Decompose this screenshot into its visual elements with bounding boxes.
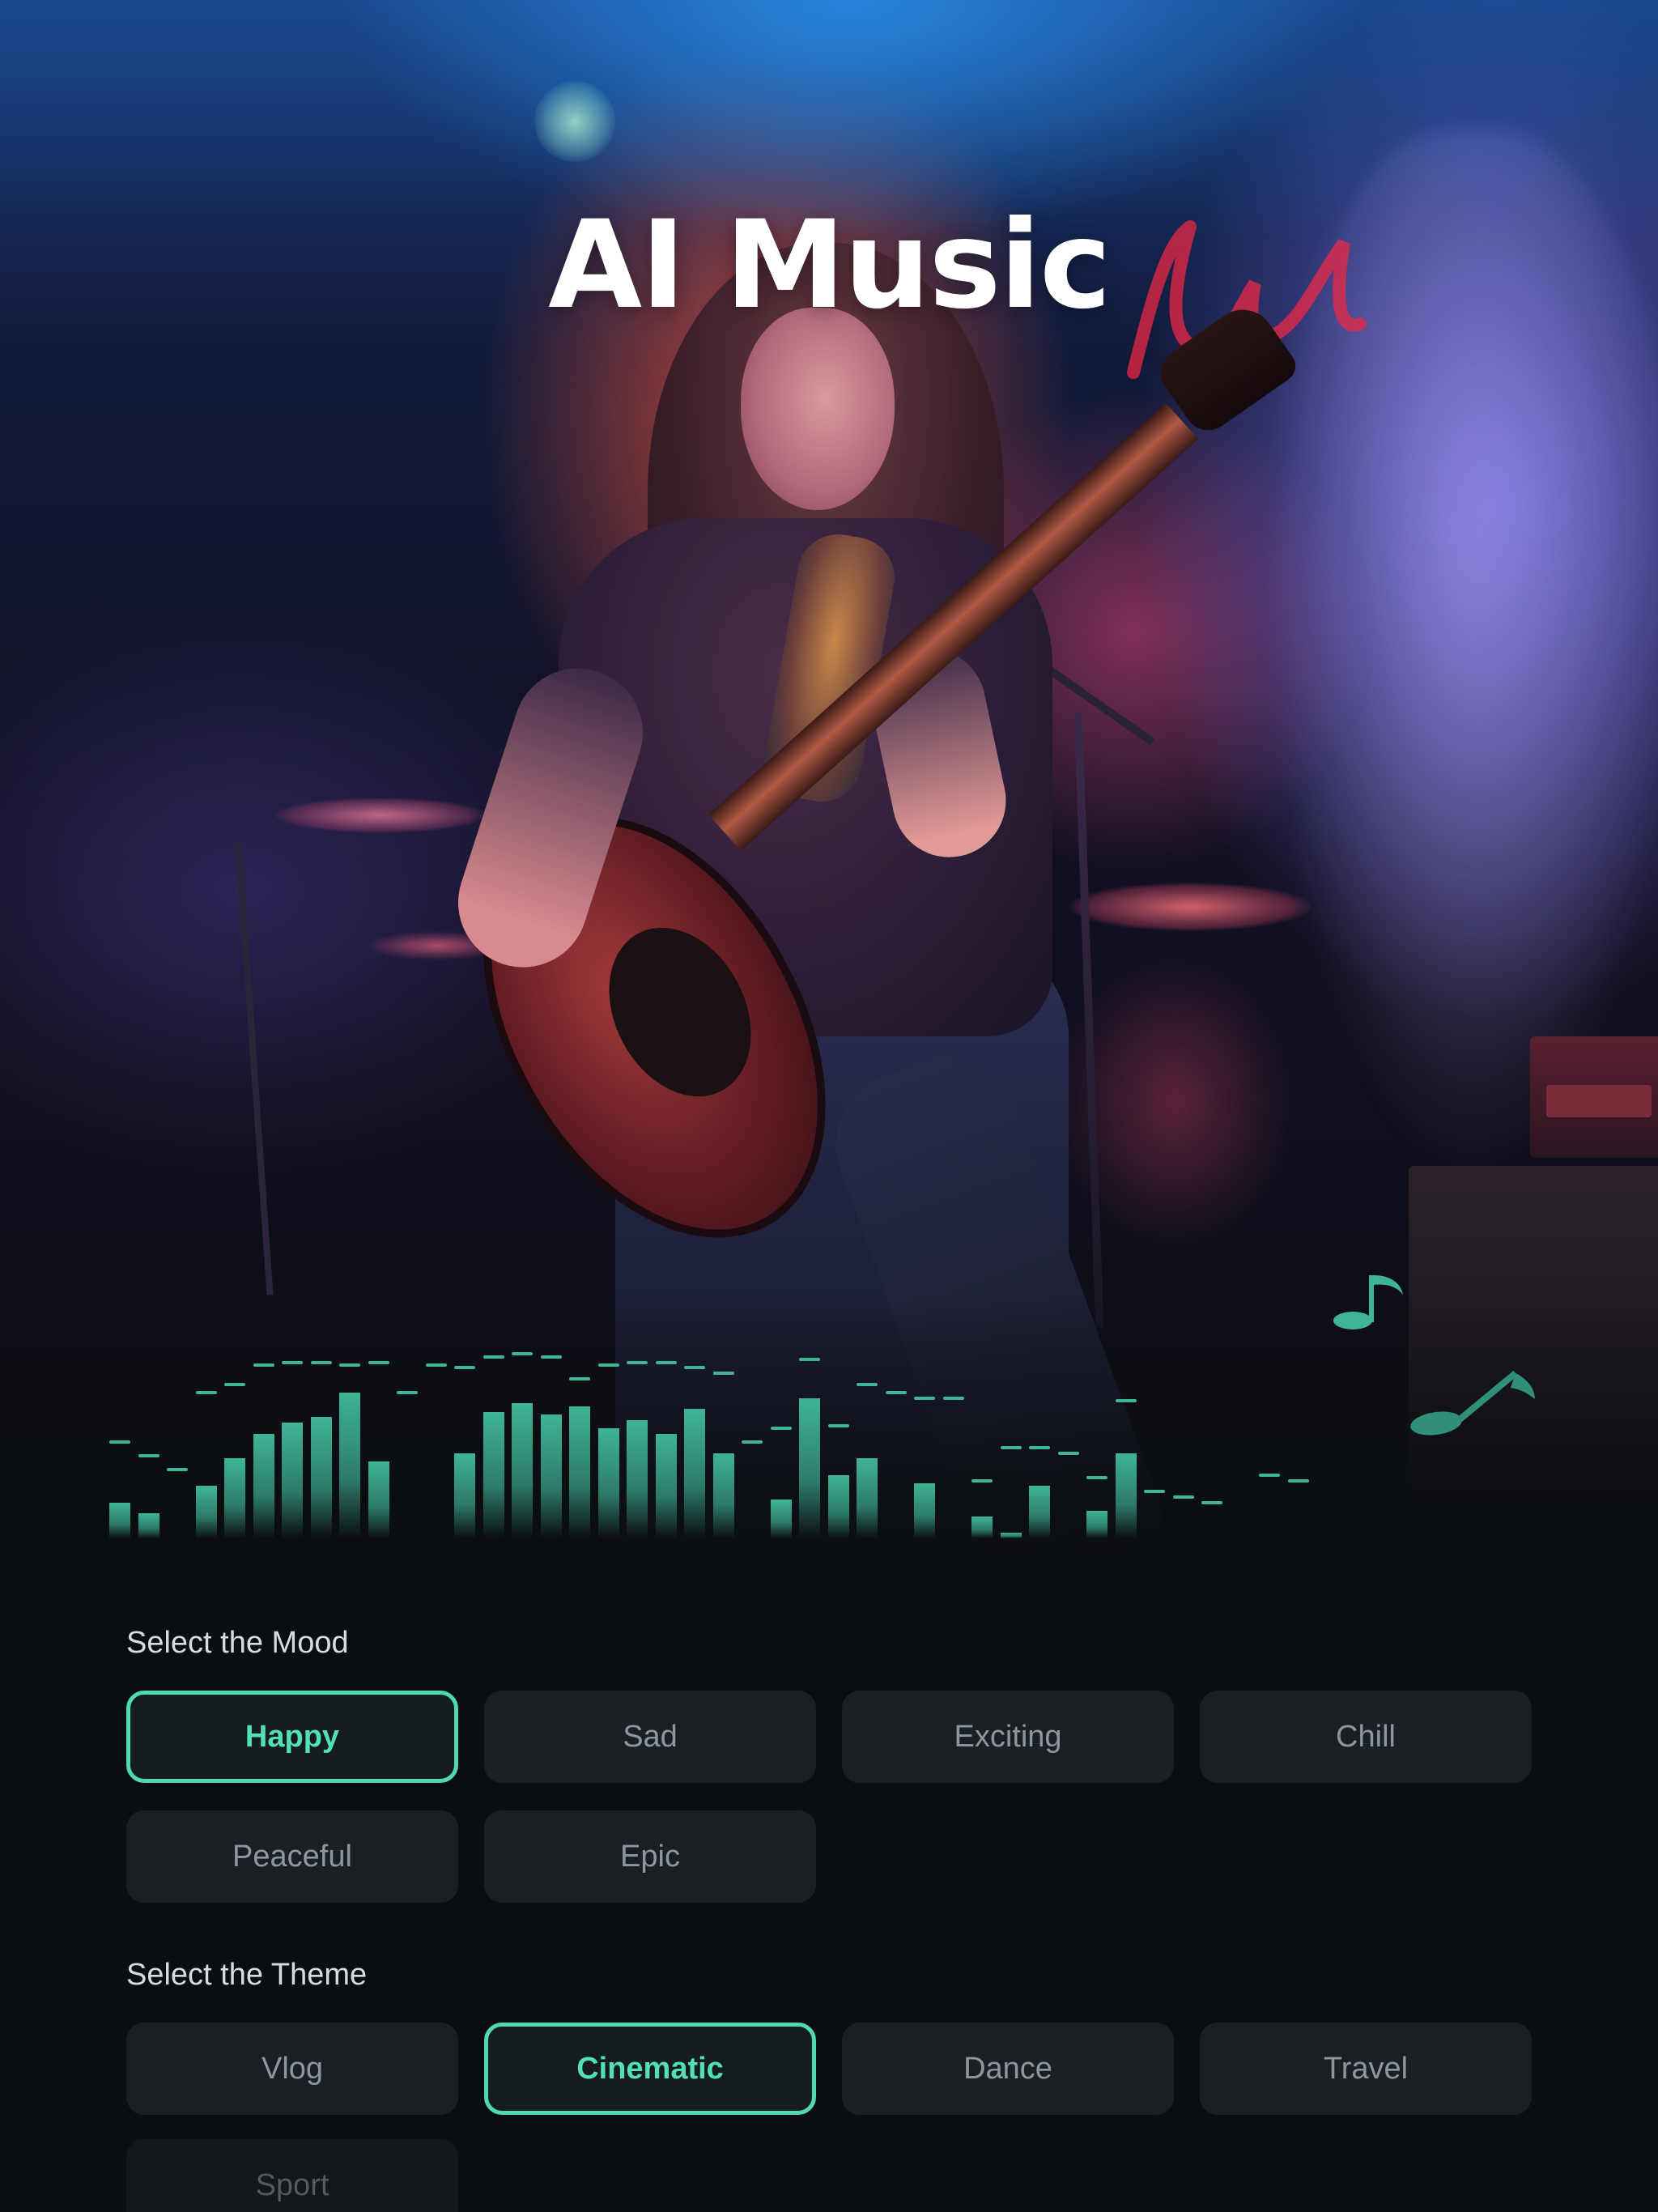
equalizer-peak — [282, 1360, 303, 1364]
equalizer-peak — [1057, 1451, 1079, 1455]
equalizer-peak — [885, 1391, 907, 1394]
equalizer-bar — [770, 1499, 792, 1538]
theme-chip-sport[interactable]: Sport — [126, 2139, 458, 2212]
equalizer-peak — [1115, 1399, 1137, 1403]
equalizer-bar — [540, 1414, 562, 1538]
equalizer-bar — [799, 1397, 820, 1538]
equalizer-peak — [310, 1360, 332, 1364]
equalizer-bar — [512, 1403, 533, 1538]
equalizer-peak — [1287, 1478, 1309, 1482]
equalizer-peak — [684, 1366, 705, 1370]
mood-chip-happy[interactable]: Happy — [126, 1691, 458, 1783]
theme-chip-vlog[interactable]: Vlog — [126, 2023, 458, 2115]
equalizer-peak — [1201, 1501, 1222, 1504]
equalizer-peak — [942, 1396, 964, 1400]
ai-music-screen: AI Music Select the Mood Happy Sad Excit… — [0, 0, 1658, 2212]
equalizer-peak — [770, 1427, 792, 1431]
equalizer-bar — [712, 1453, 734, 1538]
equalizer-peak — [569, 1377, 590, 1380]
equalizer-peak — [224, 1382, 245, 1386]
music-note-icon — [1410, 1370, 1535, 1436]
equalizer-peak — [339, 1363, 360, 1367]
mood-section-label: Select the Mood — [126, 1626, 349, 1660]
equalizer-peak — [483, 1355, 504, 1359]
equalizer-peak — [857, 1382, 878, 1386]
equalizer-peak — [397, 1391, 418, 1394]
equalizer-peak — [512, 1352, 533, 1356]
equalizer-bar — [971, 1516, 993, 1538]
equalizer-peak — [1029, 1446, 1050, 1449]
equalizer-peak — [1259, 1474, 1280, 1477]
equalizer-bar — [483, 1411, 504, 1538]
equalizer-bar — [627, 1419, 648, 1538]
equalizer-bar — [1086, 1511, 1107, 1538]
equalizer-peak — [109, 1440, 130, 1444]
equalizer-peak — [1172, 1495, 1194, 1499]
equalizer-peak — [827, 1423, 849, 1427]
equalizer-bar — [1000, 1533, 1022, 1538]
equalizer-bar — [109, 1502, 130, 1538]
equalizer-peak — [368, 1360, 389, 1364]
equalizer-bar — [368, 1461, 389, 1538]
equalizer-peak — [1086, 1476, 1107, 1480]
equalizer-bar — [684, 1409, 705, 1538]
mood-chip-chill[interactable]: Chill — [1200, 1691, 1532, 1783]
equalizer-peak — [799, 1358, 820, 1362]
equalizer-peak — [971, 1478, 993, 1482]
music-note-icon — [1333, 1275, 1403, 1329]
equalizer-peak — [253, 1363, 274, 1367]
theme-chip-cinematic[interactable]: Cinematic — [484, 2023, 816, 2115]
theme-chip-travel[interactable]: Travel — [1200, 2023, 1532, 2115]
equalizer-bar — [857, 1458, 878, 1538]
mood-chip-epic[interactable]: Epic — [484, 1810, 816, 1903]
equalizer-peak — [597, 1363, 619, 1367]
equalizer-peak — [742, 1440, 763, 1444]
equalizer-bar — [1115, 1453, 1137, 1538]
theme-chip-dance[interactable]: Dance — [842, 2023, 1174, 2115]
equalizer-bar — [310, 1417, 332, 1538]
equalizer-peak — [1000, 1446, 1022, 1449]
equalizer-peak — [712, 1372, 734, 1376]
equalizer-bar — [282, 1423, 303, 1538]
equalizer-bar — [655, 1433, 677, 1538]
equalizer-bar — [339, 1392, 360, 1538]
equalizer-peak — [914, 1396, 935, 1400]
equalizer-peak — [195, 1391, 217, 1394]
equalizer-bar — [454, 1453, 475, 1538]
equalizer-peak — [540, 1355, 562, 1359]
equalizer-bar — [569, 1406, 590, 1538]
mood-chip-sad[interactable]: Sad — [484, 1691, 816, 1783]
mood-chip-exciting[interactable]: Exciting — [842, 1691, 1174, 1783]
equalizer-bar — [597, 1428, 619, 1538]
equalizer-peak — [1144, 1490, 1165, 1494]
equalizer-peak — [454, 1366, 475, 1370]
mood-chip-peaceful[interactable]: Peaceful — [126, 1810, 458, 1903]
equalizer-bar — [224, 1458, 245, 1538]
equalizer-bar — [195, 1486, 217, 1538]
equalizer-bar — [827, 1474, 849, 1538]
equalizer-peak — [138, 1454, 159, 1458]
equalizer-bar — [1029, 1486, 1050, 1538]
equalizer-peak — [627, 1360, 648, 1364]
equalizer-peak — [167, 1468, 188, 1472]
equalizer-bar — [914, 1483, 935, 1538]
theme-section-label: Select the Theme — [126, 1958, 368, 1992]
equalizer-bar — [138, 1513, 159, 1538]
equalizer-peak — [425, 1363, 447, 1367]
equalizer-peak — [655, 1360, 677, 1364]
equalizer-bar — [253, 1433, 274, 1538]
app-title: AI Music — [548, 194, 1112, 336]
